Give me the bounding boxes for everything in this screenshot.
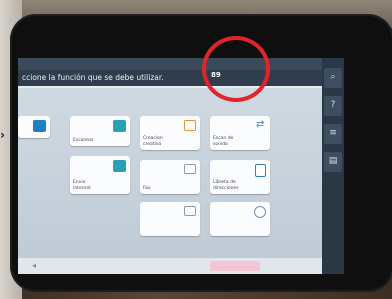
tile-creacion[interactable]: Creacion creativa [140, 116, 200, 150]
magnifier-icon: ⌕ [330, 72, 336, 82]
start-button[interactable] [210, 261, 260, 271]
instruction-text: ccione la función que se debe utilizar. [22, 73, 164, 82]
tile-fax[interactable]: Fax [140, 160, 200, 194]
instruction-bar: ccione la función que se debe utilizar. [18, 70, 340, 86]
tile-folder[interactable] [140, 202, 200, 236]
tile-scanner[interactable] [18, 116, 50, 138]
tile-label: Envio Internet [73, 180, 91, 191]
scan-icon [113, 120, 126, 132]
folder-icon [184, 206, 196, 216]
send-icon [113, 160, 126, 172]
tile-envio-internet[interactable]: Envio Internet [70, 156, 130, 194]
top-status-bar [18, 58, 340, 70]
photo-icon [184, 120, 196, 131]
fax-icon [184, 164, 196, 174]
function-grid: Escanear Creacion creativa ⇄ Escan de so… [18, 88, 340, 258]
language-icon: ≡ [329, 128, 337, 138]
tile-label: Creacion creativa [143, 136, 163, 147]
side-status-button[interactable]: ▤ [324, 152, 342, 172]
side-language-button[interactable]: ≡ [324, 124, 342, 144]
address-book-icon [255, 164, 266, 177]
side-zoom-button[interactable]: ⌕ [324, 68, 342, 88]
tile-escanear[interactable]: Escanear [70, 116, 130, 146]
document-scan-icon: ⇄ [256, 119, 265, 130]
device-screen: ccione la función que se debe utilizar. … [18, 58, 340, 274]
tile-label: Libreta de direcciones [213, 180, 239, 191]
side-panel: ⌕ ? ≡ ▤ [322, 58, 344, 274]
back-arrow-icon[interactable]: ◂ [32, 261, 36, 270]
tile-label: Fax [143, 185, 151, 191]
link-icon [254, 206, 266, 218]
tile-link[interactable] [210, 202, 270, 236]
red-highlight-circle [202, 36, 270, 102]
pointer-arrow-icon: › [0, 128, 5, 142]
tile-escan-sonido[interactable]: ⇄ Escan de sonido [210, 116, 270, 150]
bottom-bar: ◂ [18, 258, 340, 274]
help-icon: ? [330, 100, 336, 110]
side-help-button[interactable]: ? [324, 96, 342, 116]
tile-libreta[interactable]: Libreta de direcciones [210, 160, 270, 194]
status-icon: ▤ [328, 156, 338, 166]
scanner-icon [33, 120, 46, 132]
tile-label: Escanear [73, 137, 94, 143]
tile-label: Escan de sonido [213, 136, 234, 147]
